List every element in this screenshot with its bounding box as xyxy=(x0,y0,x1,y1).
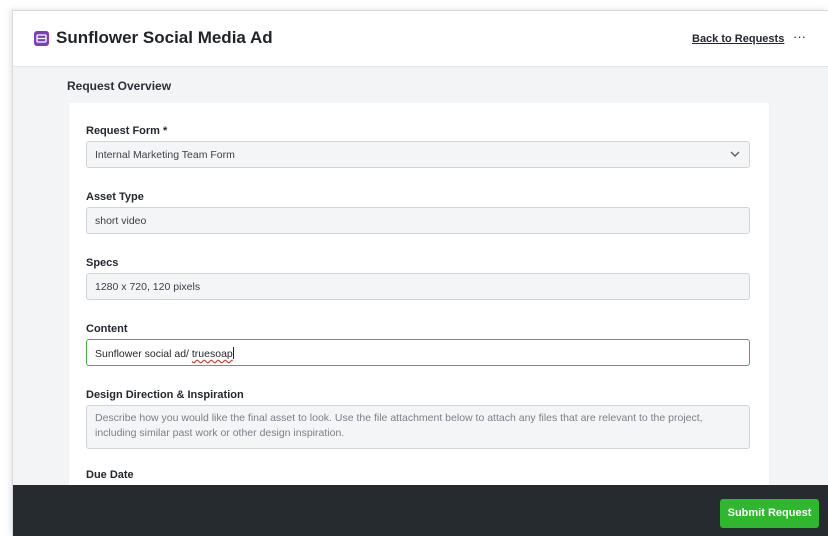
request-form-label: Request Form * xyxy=(86,125,168,137)
content-field[interactable]: Sunflower social ad/ truesoap xyxy=(86,339,750,366)
back-to-requests-link[interactable]: Back to Requests xyxy=(692,33,784,45)
design-direction-textarea[interactable]: Describe how you would like the final as… xyxy=(86,405,750,449)
content-misspelled-word: truesoap xyxy=(191,348,233,360)
chevron-down-icon xyxy=(730,151,740,157)
request-form-select[interactable]: Internal Marketing Team Form xyxy=(86,141,750,168)
asset-type-value: short video xyxy=(95,215,147,227)
due-date-label: Due Date xyxy=(86,469,134,481)
footer-bar: Submit Request xyxy=(13,485,828,536)
text-caret xyxy=(232,347,234,359)
page-title: Sunflower Social Media Ad xyxy=(56,28,273,47)
more-options-icon[interactable]: ··· xyxy=(793,29,806,44)
request-overview-card: Request Form * Internal Marketing Team F… xyxy=(69,103,769,503)
page-header: Sunflower Social Media Ad Back to Reques… xyxy=(13,11,828,67)
request-icon xyxy=(34,31,49,46)
content-value: Sunflower social ad/ xyxy=(95,348,192,360)
submit-request-button[interactable]: Submit Request xyxy=(720,499,819,528)
section-title: Request Overview xyxy=(67,79,172,93)
specs-value: 1280 x 720, 120 pixels xyxy=(95,281,201,293)
asset-type-label: Asset Type xyxy=(86,191,144,203)
design-direction-label: Design Direction & Inspiration xyxy=(86,389,244,401)
specs-field[interactable]: 1280 x 720, 120 pixels xyxy=(86,273,750,300)
design-direction-placeholder: Describe how you would like the final as… xyxy=(95,412,703,439)
specs-label: Specs xyxy=(86,257,119,269)
request-window: Sunflower Social Media Ad Back to Reques… xyxy=(12,10,828,536)
asset-type-field[interactable]: short video xyxy=(86,207,750,234)
content-label: Content xyxy=(86,323,128,335)
request-form-value: Internal Marketing Team Form xyxy=(95,149,235,161)
